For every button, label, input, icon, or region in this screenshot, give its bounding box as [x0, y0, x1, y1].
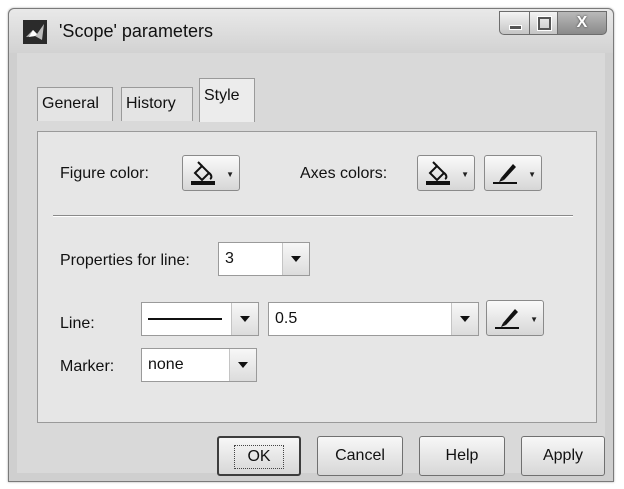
line-style-select[interactable] [141, 302, 259, 336]
tab-history[interactable]: History [121, 87, 193, 121]
marker-select[interactable]: none [141, 348, 257, 382]
ok-button[interactable]: OK [217, 436, 301, 476]
line-style-preview [148, 318, 222, 320]
cancel-button-label: Cancel [335, 447, 385, 464]
chevron-down-icon: ▼ [528, 170, 536, 179]
apply-button-label: Apply [542, 447, 584, 464]
help-button-label: Help [445, 447, 479, 464]
axes-background-color-button[interactable]: ▼ [417, 155, 475, 191]
help-button[interactable]: Help [419, 436, 505, 476]
close-button[interactable]: X [557, 11, 607, 35]
chevron-down-icon[interactable] [231, 303, 258, 335]
pen-icon [493, 164, 517, 184]
title-bar[interactable]: 'Scope' parameters X [9, 9, 613, 53]
tab-general[interactable]: General [37, 87, 113, 121]
tab-style[interactable]: Style [199, 78, 255, 122]
marker-label: Marker: [60, 358, 115, 375]
axes-colors-label: Axes colors: [300, 165, 388, 182]
properties-for-line-label: Properties for line: [60, 252, 190, 269]
line-number-select[interactable]: 3 [218, 242, 310, 276]
chevron-down-icon[interactable] [451, 303, 478, 335]
section-divider [53, 215, 573, 217]
minimize-button[interactable] [499, 11, 529, 35]
chevron-down-icon[interactable] [229, 349, 256, 381]
matlab-icon [23, 20, 47, 44]
cancel-button[interactable]: Cancel [317, 436, 403, 476]
window-controls: X [499, 11, 607, 35]
line-label: Line: [60, 315, 95, 332]
line-width-select[interactable]: 0.5 [268, 302, 479, 336]
line-width-value: 0.5 [275, 310, 298, 327]
chevron-down-icon: ▼ [461, 170, 469, 179]
line-number-value: 3 [225, 250, 234, 267]
window-title: 'Scope' parameters [59, 21, 213, 41]
chevron-down-icon: ▼ [226, 170, 234, 179]
style-panel: Figure color: ▼ Axes colors: ▼ ▼ Propert… [37, 131, 597, 423]
marker-value: none [148, 356, 184, 373]
paint-bucket-icon [191, 161, 215, 185]
tab-history-label: History [126, 95, 176, 112]
chevron-down-icon: ▼ [530, 315, 538, 324]
dialog-window: 'Scope' parameters X General History Sty… [8, 8, 614, 482]
line-color-button[interactable]: ▼ [486, 300, 544, 336]
figure-color-label: Figure color: [60, 165, 149, 182]
ok-button-label: OK [234, 445, 284, 469]
axes-line-color-button[interactable]: ▼ [484, 155, 542, 191]
close-icon: X [576, 14, 588, 31]
apply-button[interactable]: Apply [521, 436, 605, 476]
maximize-button[interactable] [529, 11, 557, 35]
chevron-down-icon[interactable] [282, 243, 309, 275]
dialog-client: General History Style Figure color: ▼ Ax… [17, 53, 605, 476]
tab-general-label: General [42, 95, 99, 112]
pen-icon [495, 309, 519, 329]
paint-bucket-icon [426, 161, 450, 185]
figure-color-button[interactable]: ▼ [182, 155, 240, 191]
tab-style-label: Style [204, 87, 240, 104]
